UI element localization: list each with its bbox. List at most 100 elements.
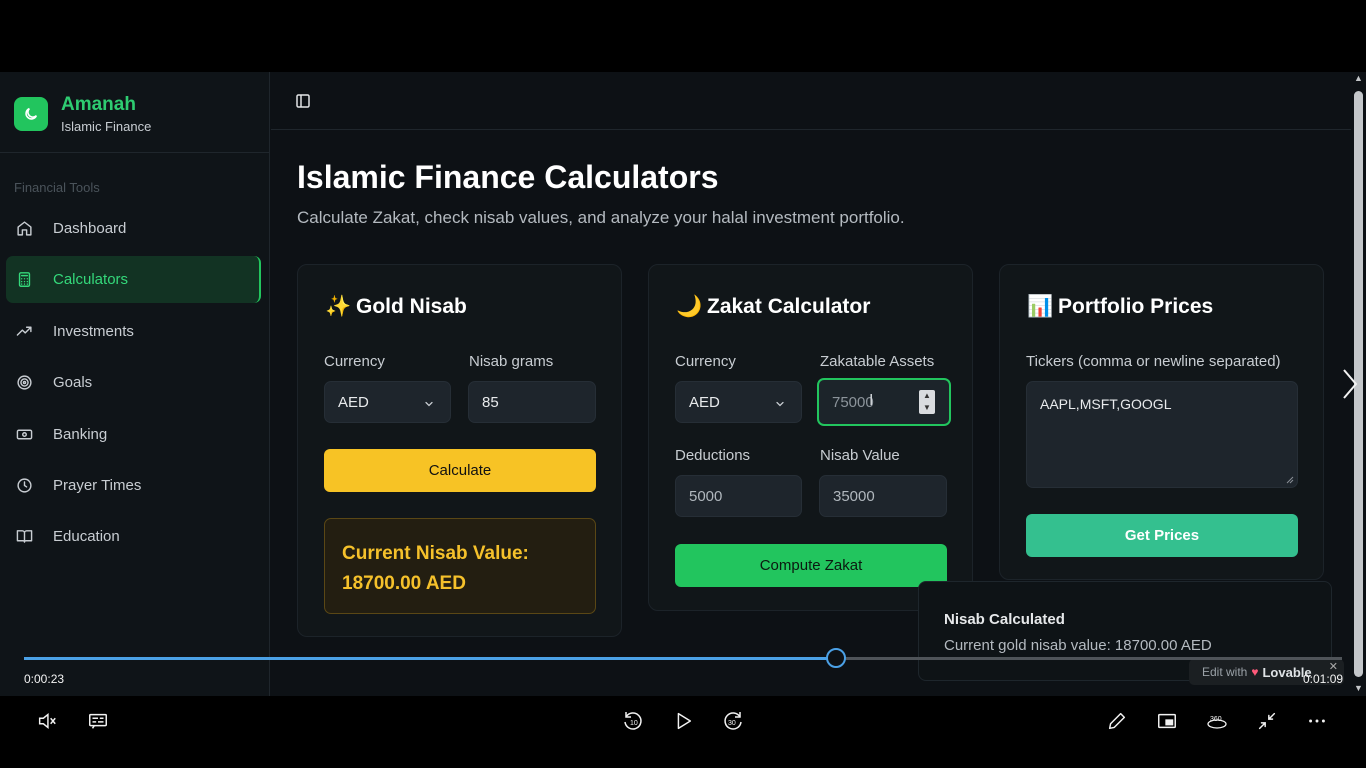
sidebar-item-banking[interactable]: Banking: [6, 411, 261, 458]
chevron-down-icon: [425, 401, 433, 407]
svg-text:10: 10: [630, 720, 638, 727]
nisab-result-box: Current Nisab Value: 18700.00 AED: [324, 518, 596, 614]
zakatable-assets-label: Zakatable Assets: [820, 353, 935, 370]
banknote-icon: [15, 425, 33, 443]
sidebar-item-dashboard[interactable]: Dashboard: [6, 205, 261, 252]
top-header: [271, 72, 1351, 130]
stepper-down-icon[interactable]: ▼: [923, 404, 931, 412]
zakat-currency-select[interactable]: AED: [675, 381, 802, 423]
seek-bar[interactable]: [24, 657, 1342, 660]
sidebar-item-investments[interactable]: Investments: [6, 308, 261, 355]
panel-left-icon: [296, 94, 310, 108]
nisab-value-input[interactable]: 35000: [819, 475, 947, 517]
sidebar: Amanah Islamic Finance Financial Tools D…: [0, 72, 270, 696]
page-subtitle: Calculate Zakat, check nisab values, and…: [297, 208, 905, 227]
text-cursor-icon: I: [869, 392, 874, 409]
360-view-button[interactable]: 360: [1202, 706, 1232, 736]
sidebar-item-label: Calculators: [53, 271, 129, 289]
portfolio-prices-card: 📊 Portfolio Prices Tickers (comma or new…: [999, 264, 1324, 580]
sidebar-item-label: Prayer Times: [53, 476, 142, 494]
sidebar-item-label: Education: [53, 528, 120, 546]
player-controls: 10 30 360: [0, 696, 1366, 768]
stepper-up-icon[interactable]: ▲: [923, 392, 931, 400]
play-button[interactable]: [668, 706, 698, 736]
next-chevron-icon[interactable]: [1341, 368, 1359, 405]
card-title-text: Gold Nisab: [356, 295, 467, 318]
card-title-text: Portfolio Prices: [1058, 295, 1214, 318]
360-icon: 360: [1207, 716, 1227, 729]
mini-player-button[interactable]: [1152, 706, 1182, 736]
scroll-up-arrow-icon[interactable]: ▲: [1354, 73, 1363, 83]
currency-label: Currency: [324, 353, 385, 370]
chevron-down-icon: [776, 401, 784, 407]
brand-name: Amanah: [61, 94, 136, 115]
sidebar-item-label: Dashboard: [53, 220, 127, 237]
sidebar-item-calculators[interactable]: Calculators: [6, 256, 261, 304]
sidebar-item-prayer-times[interactable]: Prayer Times: [6, 462, 261, 509]
brand-subtitle: Islamic Finance: [61, 119, 152, 134]
book-open-icon: [15, 528, 33, 546]
exit-fullscreen-icon: [1258, 712, 1276, 730]
total-time: 0:01:09: [1303, 672, 1344, 686]
zakat-calculator-card: 🌙 Zakat Calculator Currency AED Zakatabl…: [648, 264, 973, 611]
exit-fullscreen-button[interactable]: [1252, 706, 1282, 736]
calculate-button[interactable]: Calculate: [324, 449, 596, 492]
brand[interactable]: Amanah Islamic Finance: [14, 94, 151, 134]
currency-select[interactable]: AED: [324, 381, 451, 423]
forward-30-icon: 30: [724, 712, 742, 730]
forward-30-button[interactable]: 30: [718, 706, 748, 736]
scroll-down-arrow-icon[interactable]: ▼: [1354, 683, 1363, 693]
toast-description: Current gold nisab value: 18700.00 AED: [944, 637, 1212, 654]
more-options-button[interactable]: [1302, 706, 1332, 736]
svg-text:30: 30: [728, 720, 736, 727]
deductions-label: Deductions: [675, 447, 751, 464]
nisab-grams-input[interactable]: 85: [468, 381, 596, 423]
card-title: 📊 Portfolio Prices: [1027, 295, 1213, 319]
seek-progress: [24, 657, 836, 660]
pencil-icon: [1108, 712, 1126, 730]
compute-zakat-button[interactable]: Compute Zakat: [675, 544, 947, 587]
calculator-icon: [15, 271, 33, 289]
trending-up-icon: [15, 322, 33, 340]
captions-button[interactable]: [83, 706, 113, 736]
sparkles-icon: ✨: [325, 295, 352, 318]
deductions-input[interactable]: 5000: [675, 475, 802, 517]
sidebar-item-label: Investments: [53, 322, 134, 340]
sidebar-item-education[interactable]: Education: [6, 513, 261, 560]
mute-button[interactable]: [32, 706, 62, 736]
volume-mute-icon: [38, 713, 56, 729]
mini-player-icon: [1158, 713, 1176, 729]
nisab-result-value: 18700.00 AED: [342, 573, 466, 594]
get-prices-button[interactable]: Get Prices: [1026, 514, 1298, 557]
rewind-10-button[interactable]: 10: [618, 706, 648, 736]
tickers-label: Tickers (comma or newline separated): [1026, 353, 1281, 370]
page-title: Islamic Finance Calculators: [297, 159, 719, 195]
bar-chart-icon: 📊: [1027, 295, 1054, 318]
seek-thumb[interactable]: [825, 648, 846, 668]
more-horizontal-icon: [1309, 719, 1325, 723]
number-stepper[interactable]: ▲ ▼: [919, 390, 935, 414]
heart-logo-icon: ♥: [1251, 665, 1259, 679]
sidebar-nav: Dashboard Calculators Investments Goals: [6, 205, 261, 565]
assets-value: 75000: [832, 393, 874, 411]
clock-icon: [15, 476, 33, 494]
zakatable-assets-input[interactable]: 75000 I ▲ ▼: [817, 378, 951, 426]
sidebar-toggle-button[interactable]: [293, 91, 313, 111]
sidebar-item-goals[interactable]: Goals: [6, 359, 261, 406]
edit-button[interactable]: [1102, 706, 1132, 736]
resize-grip-icon: [1286, 476, 1294, 484]
crescent-moon-icon: 🌙: [676, 295, 703, 318]
nisab-grams-label: Nisab grams: [469, 353, 554, 370]
currency-value: AED: [338, 393, 369, 411]
rewind-10-icon: 10: [624, 712, 642, 730]
sidebar-item-label: Banking: [53, 425, 108, 443]
home-icon: [15, 220, 33, 238]
tickers-textarea[interactable]: AAPL,MSFT,GOOGL: [1026, 381, 1298, 488]
sidebar-item-label: Goals: [53, 374, 93, 392]
currency-label: Currency: [675, 353, 736, 370]
currency-value: AED: [689, 393, 720, 411]
badge-prefix: Edit with: [1202, 665, 1248, 679]
card-title: ✨ Gold Nisab: [325, 295, 467, 319]
nisab-value-label: Nisab Value: [820, 447, 900, 464]
card-title: 🌙 Zakat Calculator: [676, 295, 870, 319]
